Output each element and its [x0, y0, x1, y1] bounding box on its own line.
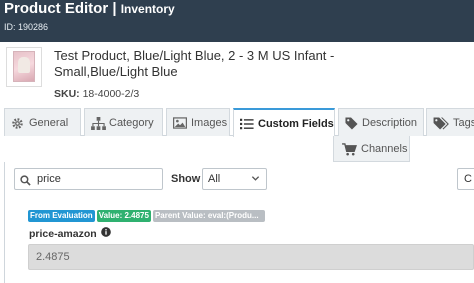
tab-custom-fields[interactable]: Custom Fields	[233, 108, 335, 137]
header-bar: Product Editor | Inventory ID: 190286	[0, 0, 474, 42]
info-icon[interactable]	[100, 227, 111, 240]
cart-icon	[342, 142, 357, 155]
page-title: Product Editor | Inventory	[4, 0, 175, 18]
columns-button[interactable]: C	[457, 168, 474, 190]
tab-tags-label: Tags	[453, 116, 474, 129]
field-label: price-amazon	[29, 227, 111, 240]
show-select-value: All	[208, 173, 221, 185]
tab-channels-label: Channels	[361, 142, 408, 155]
show-label: Show	[171, 173, 201, 185]
field-badges: From Evaluation Value: 2.4875 Parent Val…	[28, 210, 265, 222]
tab-images[interactable]: Images	[166, 108, 230, 136]
parent-value-badge: Parent Value: eval:(Produ...	[152, 210, 265, 222]
chevron-down-icon	[251, 174, 260, 186]
tag-icon	[345, 116, 358, 130]
product-id: ID: 190286	[4, 22, 49, 32]
tab-description-label: Description	[362, 116, 418, 129]
tab-description[interactable]: Description	[338, 108, 424, 136]
section-name: Inventory	[120, 2, 175, 16]
sitemap-icon	[91, 116, 106, 130]
tab-row: General Category Images Custom Fields De…	[4, 108, 474, 137]
thumbnail-figure	[18, 57, 30, 73]
title-separator: |	[112, 0, 117, 17]
product-summary: Test Product, Blue/Light Blue, 2 - 3 M U…	[0, 42, 474, 106]
tags-icon	[433, 116, 449, 130]
tab-category-label: Category	[109, 116, 154, 129]
page-title-text: Product Editor	[4, 0, 109, 17]
list-icon	[240, 118, 254, 130]
tab-general[interactable]: General	[4, 108, 81, 136]
tab-general-label: General	[29, 116, 69, 129]
sku-label: SKU:	[54, 88, 80, 100]
search-field[interactable]	[14, 168, 163, 190]
product-title: Test Product, Blue/Light Blue, 2 - 3 M U…	[54, 48, 335, 79]
tab-channels[interactable]: Channels	[333, 136, 410, 162]
search-icon	[20, 173, 31, 191]
tab-bar: General Category Images Custom Fields De…	[0, 108, 474, 162]
field-name: price-amazon	[29, 227, 97, 240]
image-icon	[172, 116, 188, 129]
sku-line: SKU: 18-4000-2/3	[54, 88, 139, 100]
from-evaluation-badge: From Evaluation	[28, 210, 95, 222]
tab-images-label: Images	[191, 116, 228, 129]
search-input[interactable]	[37, 171, 157, 187]
gear-icon	[11, 117, 25, 129]
value-badge: Value: 2.4875	[96, 210, 151, 222]
product-thumbnail[interactable]	[6, 47, 42, 87]
price-amazon-input[interactable]: 2.4875	[28, 244, 474, 270]
sku-value: 18-4000-2/3	[82, 88, 140, 100]
tab-category[interactable]: Category	[84, 108, 163, 136]
tab-custom-fields-label: Custom Fields	[258, 117, 334, 130]
show-select[interactable]: All	[202, 168, 267, 190]
tab-tags[interactable]: Tags	[426, 108, 474, 136]
